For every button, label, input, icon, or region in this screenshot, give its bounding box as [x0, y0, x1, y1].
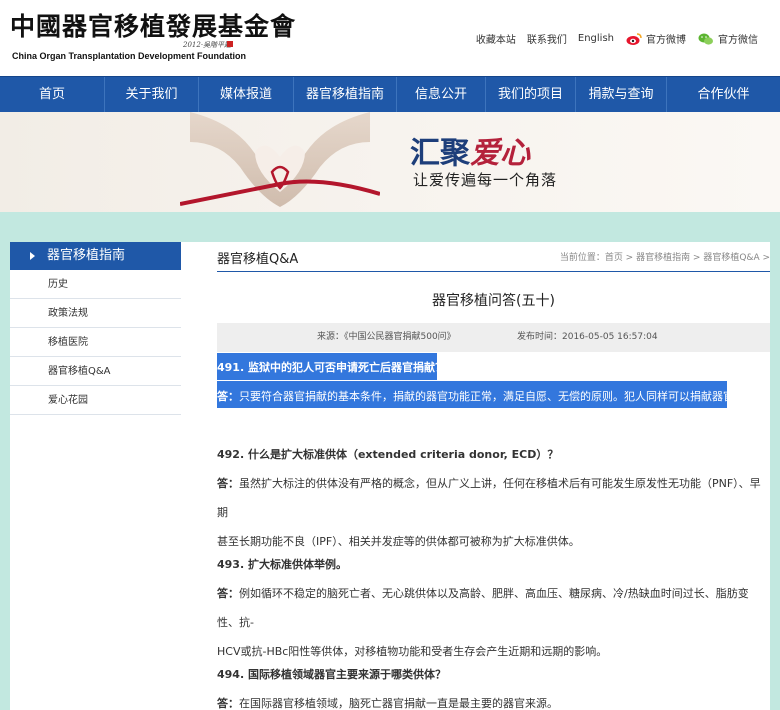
- qa-item: 492. 什么是扩大标准供体（extended criteria donor, …: [217, 440, 770, 556]
- answer: 答：例如循环不稳定的脑死亡者、无心跳供体以及高龄、肥胖、高血压、糖尿病、冷/热缺…: [217, 579, 770, 637]
- answer-text: 只要符合器官捐献的基本条件，捐献的器官功能正常，满足自愿、无偿的原则。犯人同样可…: [239, 390, 745, 403]
- contact-link[interactable]: 联系我们: [527, 31, 567, 46]
- question: 493. 扩大标准供体举例。: [217, 558, 347, 571]
- nav-transplant-guide[interactable]: 器官移植指南: [294, 77, 397, 113]
- sidebar-heading[interactable]: 器官移植指南: [10, 242, 181, 270]
- answer-text: 例如循环不稳定的脑死亡者、无心跳供体以及高龄、肥胖、高血压、糖尿病、冷/热缺血时…: [217, 587, 749, 629]
- nav-projects[interactable]: 我们的项目: [486, 77, 576, 113]
- article-meta: 来源：《中国公民器官捐献500问》 发布时间：2016-05-05 16:57:…: [217, 323, 770, 352]
- article-source: 来源：《中国公民器官捐献500问》: [317, 332, 456, 342]
- sidebar-heading-label: 器官移植指南: [47, 248, 126, 263]
- article-publish-time: 发布时间：2016-05-05 16:57:04: [517, 332, 658, 342]
- nav-partners[interactable]: 合作伙伴: [667, 77, 780, 113]
- question: 494. 国际移植领域器官主要来源于哪类供体？: [217, 668, 446, 681]
- banner: 汇聚爱心 让爱传遍每一个角落: [0, 112, 780, 212]
- logo-seal: [227, 41, 233, 47]
- main-nav: 首页 关于我们 媒体报道 器官移植指南 信息公开 我们的项目 捐款与查询 合作伙…: [0, 76, 780, 113]
- english-link[interactable]: English: [578, 33, 614, 44]
- weibo-link[interactable]: 官方微博: [646, 31, 686, 46]
- banner-title: 汇聚爱心: [410, 128, 530, 172]
- breadcrumb[interactable]: 当前位置：首页 > 器官移植指南 > 器官移植Q&A >: [560, 250, 770, 263]
- question: 492. 什么是扩大标准供体（extended criteria donor, …: [217, 448, 559, 461]
- nav-media[interactable]: 媒体报道: [199, 77, 294, 113]
- answer-text: 在国际器官移植领域，脑死亡器官捐献一直是最主要的器官来源。: [239, 697, 558, 710]
- article-title: 器官移植问答(五十): [432, 293, 555, 309]
- nav-about[interactable]: 关于我们: [105, 77, 199, 113]
- nav-info-disclosure[interactable]: 信息公开: [397, 77, 486, 113]
- sidebar-item-hospitals[interactable]: 移植医院: [10, 328, 181, 357]
- answer: 答：虽然扩大标注的供体没有严格的概念，但从广义上讲，任何在移植术后有可能发生原发…: [217, 469, 770, 527]
- answer-label: 答：: [217, 477, 239, 490]
- favorite-link[interactable]: 收藏本站: [476, 31, 516, 46]
- logo-chinese[interactable]: 中國器官移植發展基金會: [10, 12, 296, 42]
- logo-english[interactable]: China Organ Transplantation Development …: [12, 51, 246, 61]
- sidebar-item-garden[interactable]: 爱心花园: [10, 386, 181, 415]
- nav-donation[interactable]: 捐款与查询: [576, 77, 667, 113]
- answer-label: 答：: [217, 697, 239, 710]
- qa-item: 494. 国际移植领域器官主要来源于哪类供体？ 答：在国际器官移植领域，脑死亡器…: [217, 660, 770, 710]
- section-title: 器官移植Q&A: [217, 252, 299, 267]
- nav-home[interactable]: 首页: [0, 77, 105, 113]
- banner-subtitle: 让爱传遍每一个角落: [413, 171, 558, 189]
- wechat-icon[interactable]: [698, 32, 714, 46]
- question: 491. 监狱中的犯人可否申请死亡后器官捐献？: [217, 361, 446, 374]
- answer: 答：在国际器官移植领域，脑死亡器官捐献一直是最主要的器官来源。: [217, 689, 770, 710]
- qa-item: 491. 监狱中的犯人可否申请死亡后器官捐献？ 答：只要符合器官捐献的基本条件，…: [217, 353, 770, 411]
- answer-text: 虽然扩大标注的供体没有严格的概念，但从广义上讲，任何在移植术后有可能发生原发性无…: [217, 477, 761, 519]
- qa-item: 493. 扩大标准供体举例。 答：例如循环不稳定的脑死亡者、无心跳供体以及高龄、…: [217, 550, 770, 666]
- sidebar-item-history[interactable]: 历史: [10, 270, 181, 299]
- wechat-link[interactable]: 官方微信: [718, 31, 758, 46]
- sidebar-item-policy[interactable]: 政策法规: [10, 299, 181, 328]
- answer: 答：只要符合器官捐献的基本条件，捐献的器官功能正常，满足自愿、无偿的原则。犯人同…: [217, 382, 770, 411]
- triangle-right-icon: [30, 252, 35, 260]
- heart-hands-image: [180, 112, 380, 207]
- logo-signature: 2012·吳階平題: [183, 41, 232, 49]
- answer-label: 答：: [217, 587, 239, 600]
- section-header: 器官移植Q&A 当前位置：首页 > 器官移植指南 > 器官移植Q&A >: [217, 243, 770, 272]
- site-header: 中國器官移植發展基金會 2012·吳階平題 China Organ Transp…: [0, 0, 780, 76]
- answer-label: 答：: [217, 390, 239, 403]
- banner-title-b: 爱心: [470, 136, 530, 171]
- sidebar-item-qa[interactable]: 器官移植Q&A: [10, 357, 181, 386]
- sidebar-list: 历史 政策法规 移植医院 器官移植Q&A 爱心花园: [10, 270, 181, 415]
- banner-title-a: 汇聚: [410, 136, 470, 171]
- weibo-icon[interactable]: [626, 32, 642, 46]
- top-links: 收藏本站 联系我们 English 官方微博 官方微信: [465, 31, 758, 46]
